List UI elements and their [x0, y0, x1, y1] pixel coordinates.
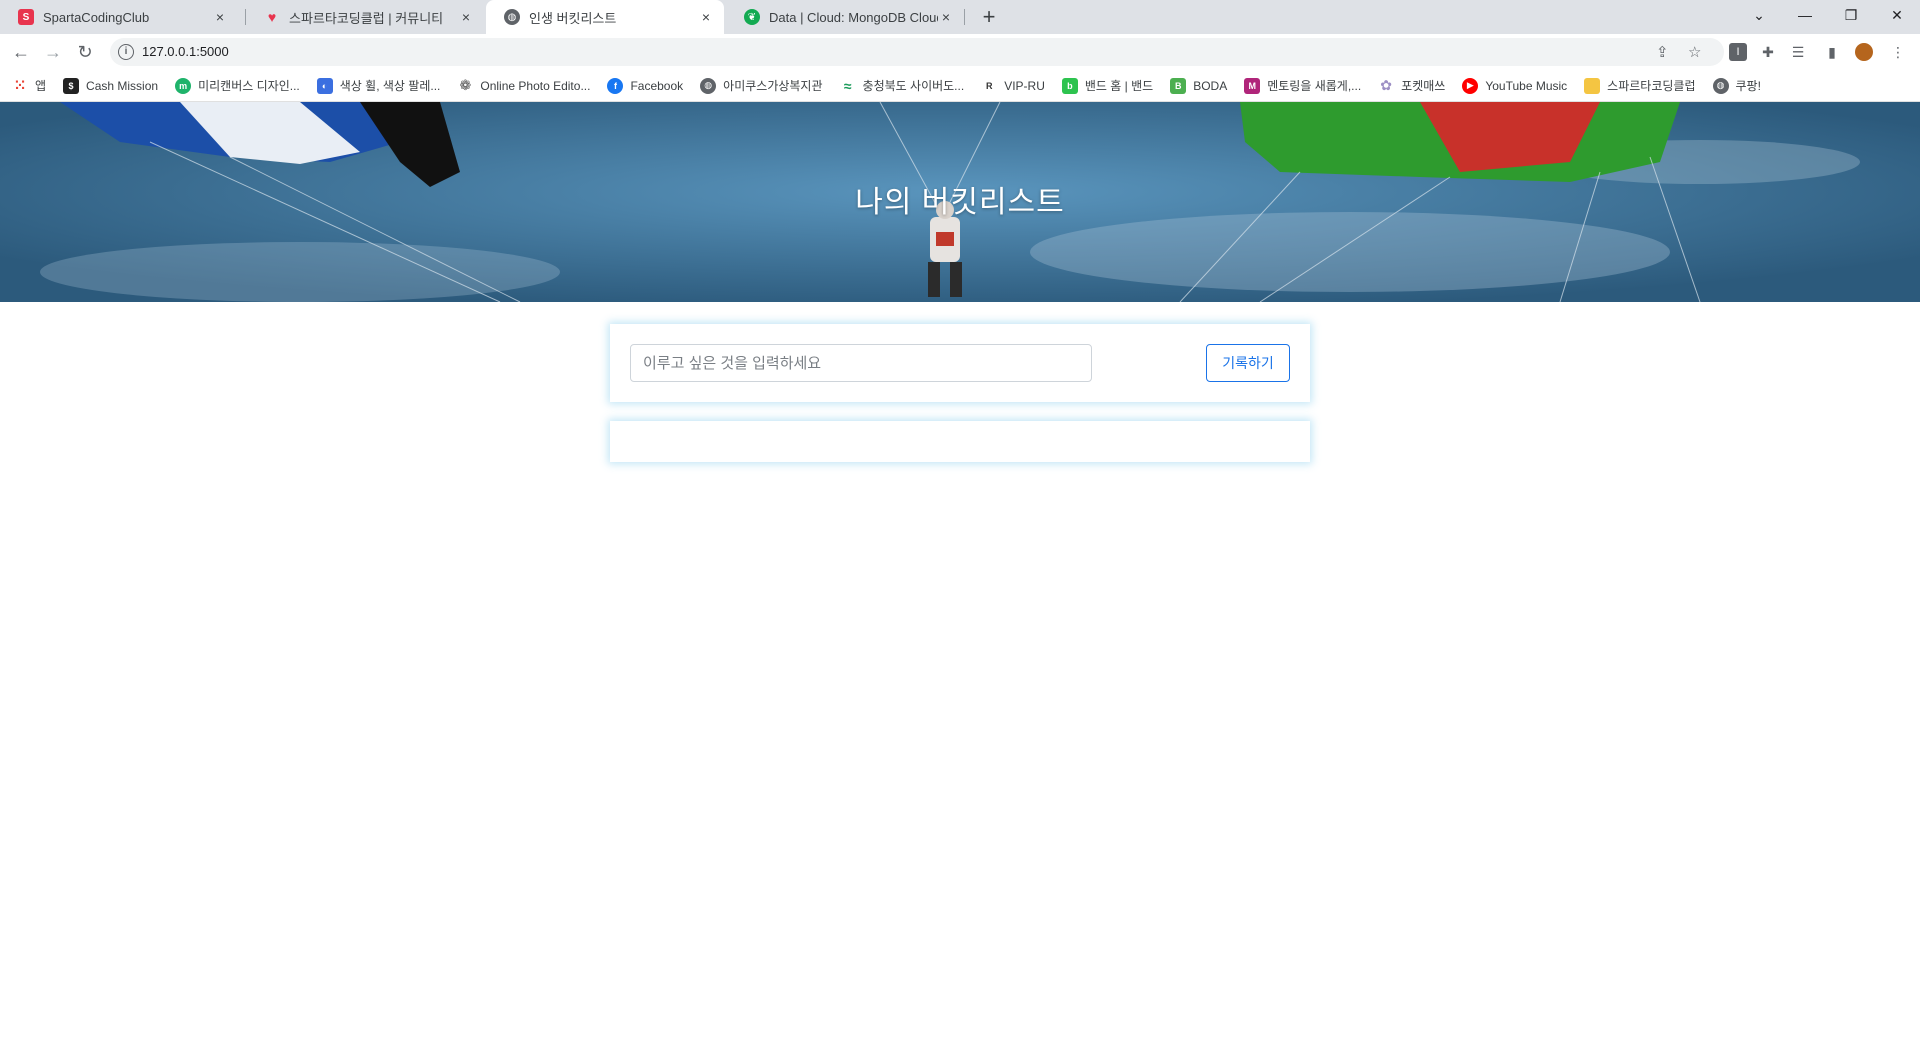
- save-button[interactable]: 기록하기: [1206, 344, 1290, 382]
- tab-title: 스파르타코딩클럽 | 커뮤니티: [289, 10, 444, 26]
- bookmark-star-icon[interactable]: ☆: [1688, 43, 1701, 61]
- bookmark-item[interactable]: M 멘토링을 새롭게,...: [1244, 77, 1361, 94]
- browser-tab-active[interactable]: ◍ 인생 버킷리스트 ×: [486, 0, 724, 34]
- bookmark-item[interactable]: ≈ 충청북도 사이버도...: [840, 77, 965, 94]
- extension-badge-icon[interactable]: I: [1729, 43, 1747, 61]
- tab-strip: S SpartaCodingClub × ♥ 스파르타코딩클럽 | 커뮤니티 ×…: [0, 0, 1920, 34]
- apps-grid-icon: ⁙: [14, 77, 26, 93]
- bookmark-label: 아미쿠스가상복지관: [723, 79, 823, 93]
- adobe-color-icon: ◐: [316, 77, 333, 94]
- globe-icon: ◍: [1712, 77, 1729, 94]
- close-icon[interactable]: ×: [458, 9, 474, 25]
- address-url[interactable]: 127.0.0.1:5000: [142, 44, 229, 59]
- bookmark-item[interactable]: ✿ 포켓매쓰: [1378, 77, 1445, 94]
- bookmark-label: Facebook: [630, 78, 684, 93]
- bookmark-item[interactable]: f Facebook: [607, 77, 684, 94]
- boda-icon: B: [1170, 77, 1187, 94]
- tab-divider: [964, 9, 965, 25]
- reload-icon[interactable]: ↻: [73, 40, 97, 64]
- restore-icon[interactable]: ❐: [1828, 0, 1874, 30]
- cash-mission-icon: $: [63, 77, 80, 94]
- globe-icon: ◍: [700, 77, 717, 94]
- bookmark-item[interactable]: ⁙ 앱: [12, 77, 46, 94]
- share-icon[interactable]: ⇪: [1656, 43, 1669, 61]
- back-arrow-icon[interactable]: ←: [9, 40, 33, 64]
- bookmark-label: Online Photo Edito...: [480, 78, 591, 93]
- tab-title: SpartaCodingClub: [43, 9, 150, 25]
- window-close-icon[interactable]: ✕: [1874, 0, 1920, 30]
- vip-ru-icon: R: [985, 80, 993, 91]
- puzzle-extensions-icon[interactable]: ✚: [1759, 43, 1777, 61]
- bookmark-label: 미리캔버스 디자인...: [198, 79, 300, 93]
- bookmark-item[interactable]: ◍ 쿠팡!: [1712, 77, 1761, 94]
- band-icon: b: [1061, 77, 1078, 94]
- close-icon[interactable]: ×: [938, 9, 954, 25]
- bookmark-item[interactable]: ❁ Online Photo Edito...: [457, 77, 591, 94]
- reading-list-icon[interactable]: ☰: [1789, 43, 1807, 61]
- tab-title: 인생 버킷리스트: [529, 10, 617, 26]
- bookmark-item[interactable]: ◍ 아미쿠스가상복지관: [700, 77, 823, 94]
- browser-toolbar: ← → ↻ i 127.0.0.1:5000 ⇪ ☆ I ✚ ☰ ▮ ⋮: [0, 34, 1920, 70]
- page-content: 나의 버킷리스트 기록하기: [0, 102, 1920, 1040]
- bucket-input[interactable]: [630, 344, 1092, 382]
- heart-chat-icon: ♥: [267, 9, 277, 25]
- bookmark-label: 포켓매쓰: [1401, 79, 1446, 93]
- browser-tab[interactable]: S SpartaCodingClub ×: [0, 0, 238, 34]
- globe-icon: ◍: [504, 9, 520, 25]
- close-icon[interactable]: ×: [212, 9, 228, 25]
- minimize-icon[interactable]: —: [1782, 0, 1828, 30]
- new-tab-button[interactable]: +: [976, 4, 1002, 30]
- bookmark-label: 멘토링을 새롭게,...: [1267, 79, 1362, 93]
- browser-tab[interactable]: ♥ 스파르타코딩클럽 | 커뮤니티 ×: [246, 0, 484, 34]
- bookmark-label: 스파르타코딩클럽: [1607, 79, 1696, 93]
- browser-tab[interactable]: ❦ Data | Cloud: MongoDB Cloud ×: [726, 0, 964, 34]
- forward-arrow-icon[interactable]: →: [41, 40, 65, 64]
- page-title: 나의 버킷리스트: [855, 186, 1065, 219]
- bookmark-item[interactable]: ◐ 색상 휠, 색상 팔레...: [316, 77, 441, 94]
- bookmark-item[interactable]: 스파르타코딩클럽: [1584, 77, 1696, 94]
- facebook-icon: f: [607, 77, 624, 94]
- tab-title: Data | Cloud: MongoDB Cloud: [769, 9, 938, 25]
- pocketmath-icon: ✿: [1380, 77, 1393, 93]
- bookmark-label: Cash Mission: [86, 78, 159, 93]
- more-menu-icon[interactable]: ⋮: [1889, 43, 1907, 61]
- hero-banner: 나의 버킷리스트: [0, 102, 1920, 302]
- bookmark-label: 앱: [35, 79, 47, 93]
- bookmark-label: 충청북도 사이버도...: [862, 79, 965, 93]
- bookmark-label: YouTube Music: [1485, 78, 1568, 93]
- bucket-form-card: 기록하기: [610, 324, 1310, 402]
- mentoring-icon: M: [1244, 77, 1261, 94]
- profile-avatar[interactable]: [1855, 43, 1873, 61]
- bookmark-label: BODA: [1193, 78, 1228, 93]
- bookmark-item[interactable]: B BODA: [1170, 77, 1228, 94]
- bookmark-label: VIP-RU: [1004, 78, 1045, 93]
- close-icon[interactable]: ×: [698, 9, 714, 25]
- side-panel-icon[interactable]: ▮: [1823, 43, 1841, 61]
- bucket-list-card: [610, 421, 1310, 462]
- bookmark-item[interactable]: m 미리캔버스 디자인...: [175, 77, 300, 94]
- bookmark-label: 쿠팡!: [1735, 79, 1761, 93]
- bookmark-item[interactable]: ▶ YouTube Music: [1462, 77, 1568, 94]
- chungbuk-icon: ≈: [843, 77, 852, 94]
- mongodb-leaf-icon: ❦: [744, 9, 760, 25]
- bookmark-item[interactable]: b 밴드 홈 | 밴드: [1061, 77, 1154, 94]
- youtube-music-icon: ▶: [1462, 77, 1479, 94]
- bookmark-label: 밴드 홈 | 밴드: [1084, 79, 1154, 93]
- tab-search-icon[interactable]: ⌄: [1736, 0, 1782, 30]
- photo-editor-icon: ❁: [459, 77, 472, 93]
- sparta-icon: S: [18, 9, 34, 25]
- miricanvas-icon: m: [175, 77, 192, 94]
- site-info-icon[interactable]: i: [118, 44, 134, 60]
- folder-icon: [1584, 77, 1601, 94]
- bookmark-item[interactable]: R VIP-RU: [981, 78, 1045, 94]
- bookmark-label: 색상 휠, 색상 팔레...: [339, 79, 441, 93]
- bookmark-item[interactable]: $ Cash Mission: [63, 77, 159, 94]
- address-bar[interactable]: i 127.0.0.1:5000 ⇪ ☆: [110, 38, 1724, 66]
- bookmarks-bar: ⁙ 앱 $ Cash Mission m 미리캔버스 디자인... ◐ 색상 휠…: [0, 70, 1920, 102]
